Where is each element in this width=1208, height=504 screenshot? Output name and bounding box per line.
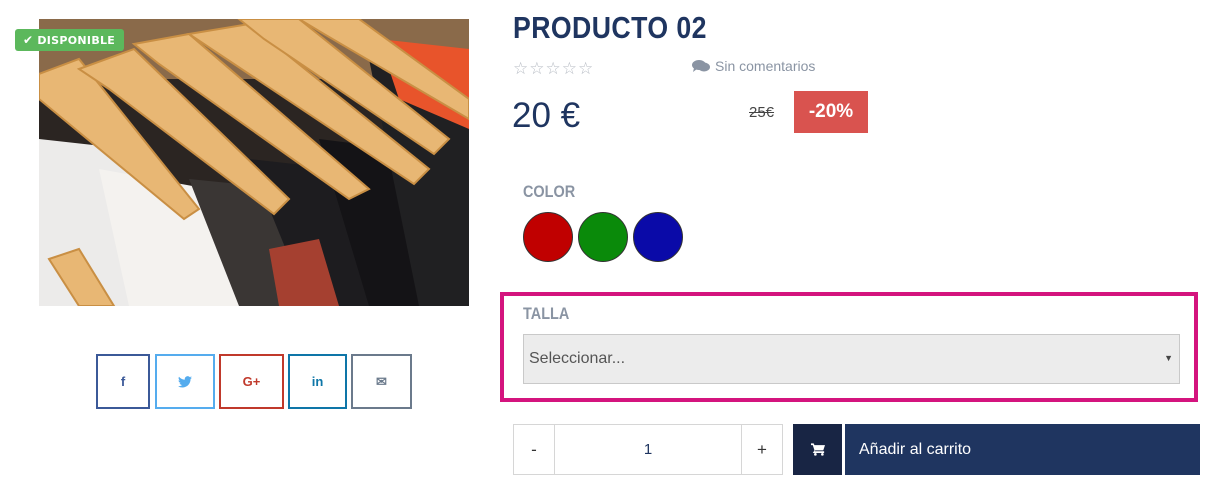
discount-badge: -20% xyxy=(794,91,868,133)
facebook-icon: f xyxy=(120,374,126,389)
google-plus-icon: G+ xyxy=(242,374,261,389)
quantity-increase-button[interactable]: + xyxy=(741,424,783,475)
check-icon: ✔ xyxy=(23,33,34,47)
add-to-cart-label: Añadir al carrito xyxy=(859,440,972,458)
quantity-decrease-button[interactable]: - xyxy=(513,424,555,475)
old-price: 25€ xyxy=(749,104,775,121)
product-image[interactable] xyxy=(39,19,469,306)
share-google-plus-button[interactable]: G+ xyxy=(219,354,284,409)
comments-label: Sin comentarios xyxy=(715,58,816,74)
current-price: 20 € xyxy=(512,96,581,135)
comments-link[interactable]: Sin comentarios xyxy=(692,58,815,74)
shopping-cart-icon xyxy=(810,443,825,456)
twitter-icon xyxy=(178,375,192,387)
clothes-on-hangers-photo xyxy=(39,19,469,306)
availability-badge: ✔ DISPONIBLE xyxy=(15,29,125,51)
linkedin-icon: in xyxy=(311,374,324,389)
availability-label: DISPONIBLE xyxy=(37,33,116,47)
color-swatch-green[interactable] xyxy=(578,212,628,262)
envelope-icon: ✉ xyxy=(376,373,387,389)
size-label: TALLA xyxy=(523,304,570,323)
share-email-button[interactable]: ✉ xyxy=(351,354,412,409)
color-swatch-red[interactable] xyxy=(523,212,573,262)
size-select[interactable]: Seleccionar... ▼ xyxy=(523,334,1180,384)
add-to-cart-button[interactable]: Añadir al carrito xyxy=(845,424,1200,475)
cart-icon-button[interactable] xyxy=(793,424,842,475)
color-label: COLOR xyxy=(523,182,576,201)
caret-down-icon: ▼ xyxy=(1164,353,1173,363)
share-facebook-button[interactable]: f xyxy=(96,354,150,409)
share-linkedin-button[interactable]: in xyxy=(288,354,347,409)
share-twitter-button[interactable] xyxy=(155,354,215,409)
size-select-value: Seleccionar... xyxy=(529,350,626,367)
quantity-input[interactable]: 1 xyxy=(554,424,742,475)
comments-icon xyxy=(692,60,710,72)
color-swatch-blue[interactable] xyxy=(633,212,683,262)
product-title: PRODUCTO 02 xyxy=(513,10,707,45)
rating-stars[interactable]: ☆☆☆☆☆ xyxy=(513,59,594,79)
